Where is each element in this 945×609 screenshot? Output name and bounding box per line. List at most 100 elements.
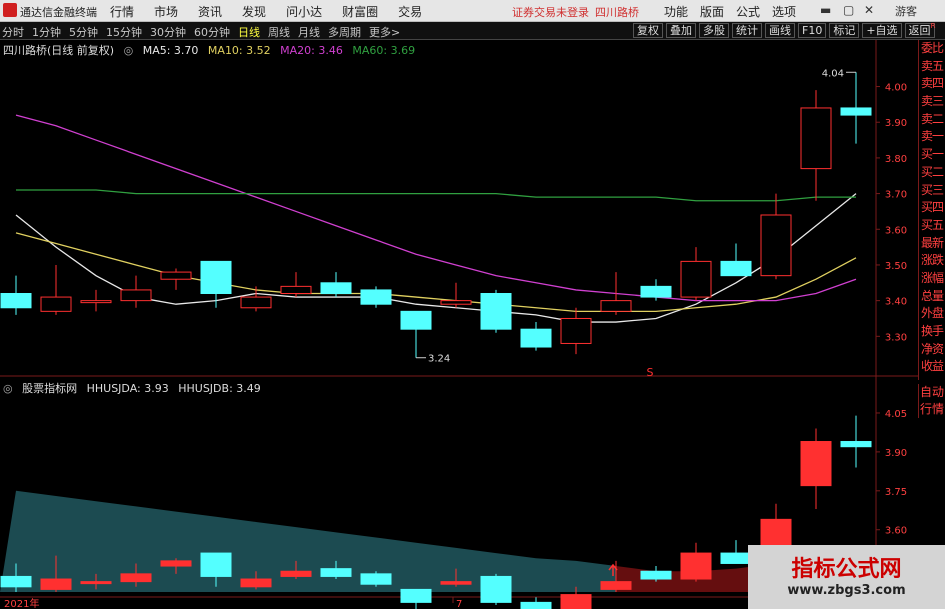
side-item-14[interactable]: 总量 [919,288,945,306]
sub-body-down [720,552,752,564]
sub-body-up [680,552,712,580]
sub-settings-icon[interactable]: ◎ [3,382,13,395]
sub-body-up [80,581,112,585]
sub-body-up [240,578,272,588]
main-candle [840,72,872,144]
sub-candle [800,428,832,509]
ma60-label: MA60: 3.69 [352,44,416,57]
side-item-9[interactable]: 买四 [919,199,945,217]
sub-candle [840,415,872,468]
ma10-label: MA10: 3.52 [207,44,271,57]
signal-marker: S [647,366,654,379]
main-candle [760,193,792,280]
low-label: 3.24 [428,354,450,365]
main-body-up [40,296,72,312]
sub-body-down [520,601,552,609]
side-item-2[interactable]: 卖四 [919,75,945,93]
ma-line-ma5 [15,193,857,323]
hhusjda-label: HHUSJDA: 3.93 [86,382,169,395]
sub-y-tick-label: 3.75 [885,487,907,498]
main-body-up [800,107,832,170]
side-item-11[interactable]: 最新 [919,235,945,253]
y-tick-label: 3.40 [885,297,907,308]
main-candle [680,247,712,301]
main-body-up [120,289,152,302]
side-item-0[interactable]: 委比 [919,40,945,58]
main-candle [280,272,312,298]
main-body-up [600,300,632,312]
main-chart-title: 四川路桥(日线 前复权) [3,44,115,57]
sub-body-up [120,573,152,583]
y-tick-label: 3.90 [885,118,907,129]
main-candle [40,264,72,315]
sub-candle [360,571,392,587]
sub-body-down [320,568,352,577]
main-body-down [200,260,232,294]
main-body-down [320,282,352,294]
hhusjdb-label: HHUSJDB: 3.49 [178,382,261,395]
side-item-5[interactable]: 卖一 [919,128,945,146]
sub-legend: ◎ 股票指标网 HHUSJDA: 3.93 HHUSJDB: 3.49 [3,380,267,396]
main-body-up [160,271,192,280]
auto-label[interactable]: 自动 [919,384,945,401]
side-item-17[interactable]: 净资 [919,341,945,359]
ma-line-ma60 [16,189,856,202]
quote-side-panel: 委比 卖五 卖四 卖三 卖二 卖一 买一 买二 买三 买四 买五 最新 涨跌 涨… [918,40,945,380]
side-item-13[interactable]: 涨幅 [919,270,945,288]
main-candle [600,272,632,315]
y-tick-label: 3.70 [885,190,907,201]
sub-body-up [440,581,472,585]
main-body-down [840,107,872,116]
side-item-3[interactable]: 卖三 [919,93,945,111]
side-item-6[interactable]: 买一 [919,146,945,164]
x-tick-label: 2021年 [4,597,39,609]
main-candle [560,307,592,355]
main-candle [200,260,232,308]
main-body-up [440,300,472,305]
watermark: 指标公式网 www.zbgs3.com [748,545,945,609]
sub-body-down [840,441,872,448]
sub-y-tick-label: 4.05 [885,409,907,420]
sub-candle [400,588,432,609]
main-body-down [400,310,432,330]
main-body-down [720,260,752,277]
main-candle [400,310,432,358]
sub-body-up [160,560,192,567]
sub-candle [520,597,552,609]
side-item-1[interactable]: 卖五 [919,58,945,76]
main-candle [480,289,512,333]
main-candle [0,275,32,315]
high-label: 4.04 [822,68,844,79]
main-candle [320,272,352,298]
x-tick-label: 7 [456,599,462,609]
main-candle [240,286,272,312]
side-item-10[interactable]: 买五 [919,217,945,235]
sub-body-down [480,575,512,603]
chart-canvas[interactable]: 4.00 3.90 3.80 3.70 3.60 3.50 3.40 3.30 4.05 3.90… [0,0,945,609]
sub-body-up [280,570,312,577]
sub-body-down [400,588,432,603]
watermark-logo: 指标公式网 [791,557,902,582]
main-candle [520,322,552,351]
legend-settings-icon[interactable]: ◎ [124,44,134,57]
sub-candle [720,540,752,564]
quote-label[interactable]: 行情 [919,401,945,418]
main-candle [800,90,832,201]
main-body-up [240,296,272,309]
sub-body-down [0,575,32,588]
main-candle [720,243,752,277]
sub-candle [680,542,712,582]
side-item-4[interactable]: 卖二 [919,111,945,129]
side-item-12[interactable]: 涨跌 [919,252,945,270]
main-body-up [680,260,712,298]
side-item-15[interactable]: 外盘 [919,305,945,323]
side-item-18[interactable]: 收益 [919,358,945,376]
side-item-7[interactable]: 买二 [919,164,945,182]
main-body-down [640,285,672,298]
sub-body-up [560,594,592,609]
side-item-16[interactable]: 换手 [919,323,945,341]
main-body-up [560,317,592,344]
main-candle [640,279,672,301]
side-item-8[interactable]: 买三 [919,182,945,200]
main-legend: 四川路桥(日线 前复权) ◎ MA5: 3.70 MA10: 3.52 MA20… [3,42,421,58]
